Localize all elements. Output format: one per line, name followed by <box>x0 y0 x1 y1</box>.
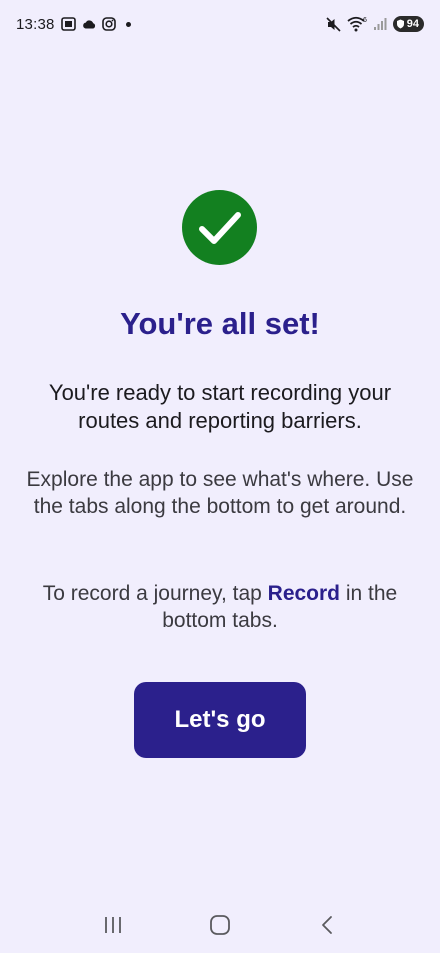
home-icon[interactable] <box>200 905 240 945</box>
screenshot-icon <box>60 17 76 31</box>
lets-go-button[interactable]: Let's go <box>134 682 306 758</box>
instagram-icon <box>101 17 116 31</box>
wifi-icon: 6 <box>347 16 367 32</box>
signal-icon <box>373 17 387 31</box>
ready-message: You're ready to start recording your rou… <box>48 380 392 433</box>
success-check-icon <box>182 190 257 265</box>
status-right: 6 94 <box>326 16 424 32</box>
battery-indicator: 94 <box>392 16 424 32</box>
shield-icon <box>396 19 404 29</box>
recents-icon[interactable] <box>93 905 133 945</box>
notification-dot <box>125 21 131 27</box>
wifi-label: 6 <box>363 17 367 24</box>
explore-message: Explore the app to see what's where. Use… <box>26 468 414 518</box>
status-left: 13:38 <box>16 16 131 33</box>
status-bar: 13:38 6 94 <box>0 0 440 48</box>
status-time: 13:38 <box>16 15 55 33</box>
cloud-icon <box>82 19 96 29</box>
page-title: You're all set! <box>120 306 320 341</box>
system-navigation-bar <box>0 900 440 950</box>
record-hint-before: To record a journey, tap <box>42 582 268 605</box>
mute-icon <box>326 16 341 32</box>
back-icon[interactable] <box>307 905 347 945</box>
record-hint: To record a journey, tap Record in the b… <box>20 580 420 634</box>
battery-level: 94 <box>406 18 419 30</box>
record-keyword: Record <box>267 582 341 605</box>
